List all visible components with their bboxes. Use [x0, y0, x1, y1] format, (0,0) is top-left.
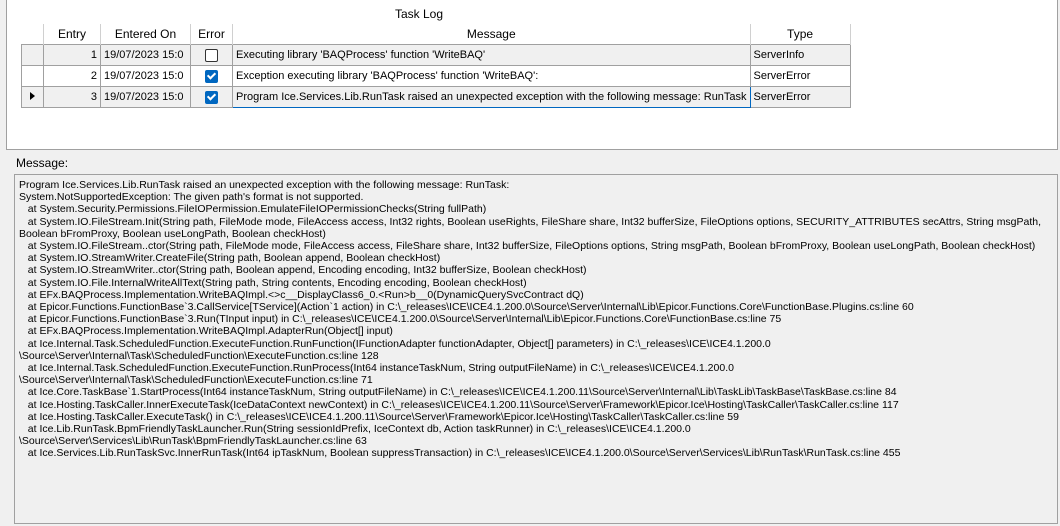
column-header-entered-on[interactable]: Entered On: [100, 24, 191, 45]
entered-on-cell[interactable]: 19/07/2023 15:0: [100, 86, 191, 108]
error-checkbox[interactable]: [205, 90, 218, 104]
entry-cell[interactable]: 1: [43, 44, 101, 66]
message-label: Message:: [16, 156, 69, 170]
column-header-type[interactable]: Type: [750, 24, 851, 45]
row-selector[interactable]: [21, 86, 44, 108]
error-cell[interactable]: [190, 65, 233, 87]
task-log-panel: Task Log Entry Entered On Error Message …: [6, 0, 1058, 150]
table-row[interactable]: 1 19/07/2023 15:0 Executing library 'BAQ…: [21, 44, 851, 66]
row-selector[interactable]: [21, 65, 44, 87]
message-textbox[interactable]: Program Ice.Services.Lib.RunTask raised …: [14, 174, 1058, 524]
message-cell[interactable]: Executing library 'BAQProcess' function …: [232, 44, 751, 66]
column-header-entry[interactable]: Entry: [43, 24, 101, 45]
task-log-grid: Entry Entered On Error Message Type 1 19…: [21, 24, 851, 108]
error-checkbox[interactable]: [205, 69, 218, 83]
column-header-selector: [21, 24, 44, 45]
entered-on-cell[interactable]: 19/07/2023 15:0: [100, 44, 191, 66]
type-cell[interactable]: ServerError: [749, 86, 851, 108]
entered-on-cell[interactable]: 19/07/2023 15:0: [100, 65, 191, 87]
table-row[interactable]: 3 19/07/2023 15:0 Program Ice.Services.L…: [21, 86, 851, 108]
current-row-arrow-icon: [30, 92, 35, 100]
grid-header-row: Entry Entered On Error Message Type: [21, 24, 851, 45]
message-cell[interactable]: Exception executing library 'BAQProcess'…: [232, 65, 751, 87]
error-cell[interactable]: [190, 44, 233, 66]
entry-cell[interactable]: 2: [43, 65, 101, 87]
type-cell[interactable]: ServerError: [749, 65, 851, 87]
type-cell[interactable]: ServerInfo: [749, 44, 851, 66]
error-cell[interactable]: [190, 86, 233, 108]
row-selector[interactable]: [21, 44, 44, 66]
message-cell[interactable]: Program Ice.Services.Lib.RunTask raised …: [232, 86, 751, 108]
error-checkbox[interactable]: [205, 48, 218, 62]
table-row[interactable]: 2 19/07/2023 15:0 Exception executing li…: [21, 65, 851, 87]
column-header-message[interactable]: Message: [232, 24, 751, 45]
grid-title: Task Log: [21, 4, 817, 22]
entry-cell[interactable]: 3: [43, 86, 101, 108]
column-header-error[interactable]: Error: [190, 24, 233, 45]
